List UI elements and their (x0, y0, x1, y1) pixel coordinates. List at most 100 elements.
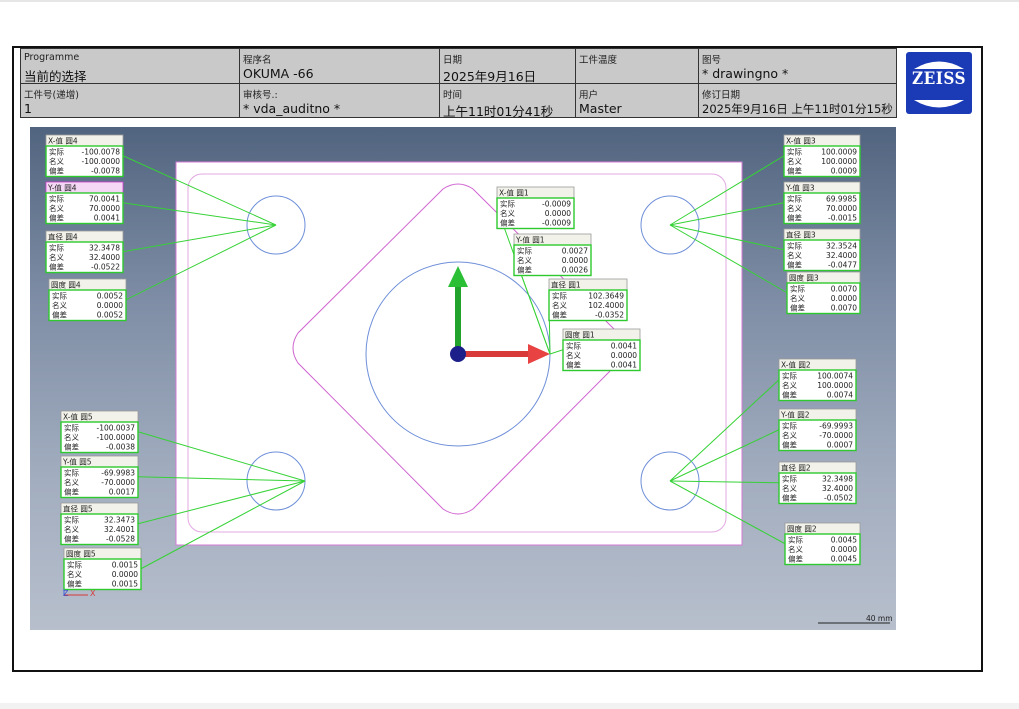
callout-7[interactable]: 直径 圆3实际 32.3524 名义 32.4000 偏差 -0.0477 (783, 228, 861, 272)
callout-17[interactable]: X-值 圆5实际 -100.0037 名义 -100.0000 偏差 -0.0038 (60, 410, 139, 454)
callout-row-value: 100.0000 (821, 157, 857, 166)
callout-row-label: 名义 (790, 293, 805, 303)
callout-row-label: 实际 (64, 515, 79, 525)
callout-1[interactable]: X-值 圆4实际 -100.0078 名义 -100.0000 偏差 -0.0078 (45, 134, 124, 178)
callout-row-value: 0.0017 (109, 488, 135, 497)
callout-10[interactable]: Y-值 圆1实际 0.0027 名义 0.0000 偏差 0.0026 (513, 233, 592, 277)
callout-row-label: 偏差 (788, 554, 803, 564)
callout-row-label: 实际 (500, 199, 515, 209)
callout-row-label: 偏差 (49, 166, 64, 176)
callout-19[interactable]: 直径 圆5实际 32.3473 名义 32.4001 偏差 -0.0528 (60, 502, 139, 546)
callout-row-value: 70.0000 (89, 204, 120, 213)
callout-row-value: 0.0070 (831, 304, 857, 313)
callout-row-value: 100.0000 (817, 381, 853, 390)
callout-row-value: 32.3473 (104, 516, 135, 525)
callout-row-label: 偏差 (64, 442, 79, 452)
header-label: 工件温度 (579, 55, 618, 66)
header-value: OKUMA -66 (243, 66, 314, 81)
callout-row-label: 名义 (787, 203, 802, 213)
callout-title: Y-值 圆1 (515, 235, 545, 245)
callout-title: X-值 圆2 (781, 360, 811, 370)
callout-row-value: -0.0009 (542, 219, 571, 228)
callout-row-value: 0.0027 (562, 247, 588, 256)
callout-row-label: 名义 (787, 250, 802, 260)
header-label: 图号 (702, 55, 722, 66)
callout-row-label: 名义 (788, 544, 803, 554)
callout-row-value: 0.0041 (611, 342, 637, 351)
callout-title: 圆度 圆1 (565, 330, 595, 340)
header-label: Programme (24, 52, 80, 63)
callout-row-label: 实际 (782, 421, 797, 431)
callout-row-label: 实际 (790, 284, 805, 294)
callout-row-label: 实际 (787, 147, 802, 157)
callout-row-value: -0.0352 (595, 311, 624, 320)
callout-row-label: 名义 (49, 203, 64, 213)
callout-row-label: 实际 (782, 474, 797, 484)
callout-title: 圆度 圆3 (789, 273, 819, 283)
callout-row-value: 0.0000 (545, 209, 571, 218)
callout-row-label: 实际 (782, 371, 797, 381)
callout-14[interactable]: Y-值 圆2实际 -69.9993 名义 -70.0000 偏差 0.0007 (778, 408, 857, 452)
callout-row-value: -100.0037 (97, 424, 136, 433)
callout-row-label: 名义 (782, 483, 797, 493)
graphics-viewport[interactable]: X-值 圆4 实际 -100.0078 名义 -100.0000 偏差 -0.0078 Y-值… (30, 127, 896, 630)
header-label: 日期 (443, 55, 463, 66)
callout-5[interactable]: X-值 圆3实际 100.0009 名义 100.0000 偏差 0.0009 (783, 134, 861, 178)
callout-row-label: 名义 (64, 524, 79, 534)
callout-row-value: 0.0070 (831, 285, 857, 294)
callout-row-label: 名义 (782, 430, 797, 440)
callout-row-label: 实际 (552, 291, 567, 301)
callout-row-label: 实际 (49, 147, 64, 157)
callout-row-label: 实际 (566, 341, 581, 351)
callout-row-value: 0.0000 (831, 294, 857, 303)
callout-4[interactable]: 圆度 圆4实际 0.0052 名义 0.0000 偏差 0.0052 (48, 278, 127, 322)
header-label: 用户 (579, 90, 599, 101)
callout-3[interactable]: 直径 圆4实际 32.3478 名义 32.4000 偏差 -0.0522 (45, 230, 124, 274)
callout-12[interactable]: 圆度 圆1实际 0.0041 名义 0.0000 偏差 0.0041 (562, 328, 641, 372)
callout-row-label: 实际 (787, 194, 802, 204)
callout-15[interactable]: 直径 圆2实际 32.3498 名义 32.4000 偏差 -0.0502 (778, 461, 857, 505)
callout-title: X-值 圆3 (786, 136, 816, 146)
callout-title: X-值 圆1 (499, 188, 529, 198)
header-value: 上午11时01分41秒 (443, 104, 554, 117)
callout-row-value: 32.4000 (826, 251, 857, 260)
header-cell-time: 时间 上午11时01分41秒 (440, 84, 576, 117)
callout-row-value: -70.0000 (819, 431, 853, 440)
callout-row-value: 0.0074 (827, 391, 853, 400)
callout-row-value: 100.0074 (817, 372, 853, 381)
callout-row-label: 偏差 (64, 534, 79, 544)
callout-9[interactable]: X-值 圆1实际 -0.0009 名义 0.0000 偏差 -0.0009 (496, 186, 575, 230)
callout-row-value: -100.0000 (82, 157, 121, 166)
header-value: 2025年9月16日 上午11时01分15秒 (702, 102, 893, 116)
callout-row-label: 实际 (64, 423, 79, 433)
callout-title: 直径 圆4 (48, 232, 78, 242)
callout-row-label: 偏差 (787, 260, 802, 270)
header-cell-part-number: 工件号(递增) 1 (21, 84, 240, 117)
callout-row-value: -70.0000 (101, 478, 135, 487)
callout-title: 圆度 圆2 (787, 524, 817, 534)
callout-row-label: 偏差 (782, 493, 797, 503)
callout-18[interactable]: Y-值 圆5实际 -69.9983 名义 -70.0000 偏差 0.0017 (60, 455, 139, 499)
callout-20[interactable]: 圆度 圆5实际 0.0015 名义 0.0000 偏差 0.0015 (63, 547, 142, 591)
header-value: * drawingno * (702, 66, 789, 81)
callout-11[interactable]: 直径 圆1实际 102.3649 名义 102.4000 偏差 -0.0352 (548, 278, 628, 322)
callout-row-label: 名义 (64, 477, 79, 487)
callout-row-label: 偏差 (552, 310, 567, 320)
header-value: 1 (24, 101, 32, 116)
callout-2[interactable]: Y-值 圆4实际 70.0041 名义 70.0000 偏差 0.0041 (45, 181, 124, 225)
callout-16[interactable]: 圆度 圆2实际 0.0045 名义 0.0000 偏差 0.0045 (784, 522, 861, 566)
callout-title: 直径 圆5 (63, 504, 93, 514)
callout-row-value: 0.0000 (562, 256, 588, 265)
callout-row-value: 100.0009 (821, 148, 857, 157)
mini-x-label: X (90, 589, 96, 598)
callout-row-label: 实际 (49, 194, 64, 204)
callout-row-value: 0.0000 (611, 351, 637, 360)
callout-row-label: 偏差 (517, 265, 532, 275)
callout-8[interactable]: 圆度 圆3实际 0.0070 名义 0.0000 偏差 0.0070 (786, 271, 861, 315)
callout-13[interactable]: X-值 圆2实际 100.0074 名义 100.0000 偏差 0.0074 (778, 358, 857, 402)
callout-row-label: 实际 (517, 246, 532, 256)
callout-row-value: 0.0007 (827, 441, 853, 450)
callout-row-value: 0.0052 (97, 292, 123, 301)
callout-row-value: 0.0041 (94, 214, 120, 223)
callout-6[interactable]: Y-值 圆3实际 69.9985 名义 70.0000 偏差 -0.0015 (783, 181, 861, 225)
